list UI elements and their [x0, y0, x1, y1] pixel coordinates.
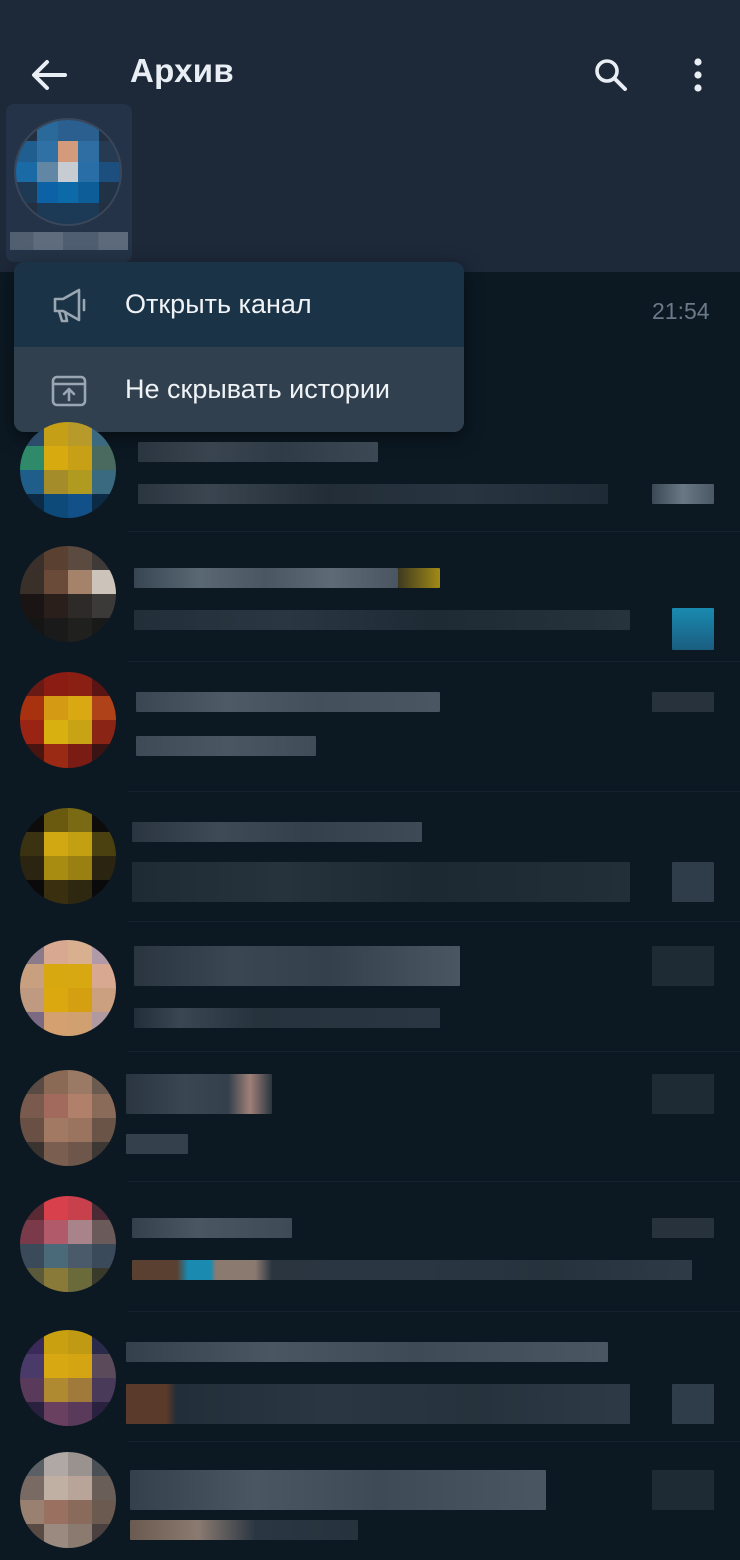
blurred-preview — [132, 1260, 692, 1280]
menu-item-label: Не скрывать истории — [125, 374, 390, 404]
story-name-blurred — [10, 232, 128, 250]
avatar — [20, 672, 116, 768]
blurred-name — [138, 442, 378, 462]
blurred-name — [136, 692, 440, 712]
back-button[interactable] — [22, 50, 76, 100]
blurred-name — [134, 946, 460, 986]
search-icon — [595, 59, 627, 91]
page-title: Архив — [130, 52, 234, 89]
avatar — [20, 1330, 116, 1426]
blurred-name — [134, 568, 398, 588]
blurred-preview — [136, 736, 316, 756]
menu-item-open-channel[interactable]: Открыть канал — [14, 262, 464, 347]
chat-row[interactable] — [0, 1312, 740, 1442]
avatar — [20, 1196, 116, 1292]
blurred-preview — [138, 484, 608, 504]
avatar — [20, 940, 116, 1036]
search-button[interactable] — [586, 50, 636, 100]
chat-row[interactable] — [0, 662, 740, 792]
more-options-button[interactable] — [676, 50, 720, 100]
chat-row[interactable] — [0, 1442, 740, 1560]
blurred-preview — [126, 1134, 188, 1154]
chat-row[interactable] — [0, 532, 740, 662]
blurred-name — [130, 1470, 546, 1510]
blurred-name — [126, 1342, 608, 1362]
blurred-preview — [132, 862, 630, 902]
blurred-time — [652, 1074, 714, 1114]
avatar — [20, 546, 116, 642]
blurred-time — [652, 1470, 714, 1510]
blurred-preview — [134, 1008, 440, 1028]
avatar — [20, 422, 116, 518]
avatar — [20, 1452, 116, 1548]
blurred-name — [132, 1218, 292, 1238]
unread-badge — [672, 1384, 714, 1424]
blurred-time — [652, 1218, 714, 1238]
blurred-time — [652, 692, 714, 712]
blurred-emoji — [398, 568, 440, 588]
unread-badge — [672, 862, 714, 902]
more-vertical-icon — [694, 58, 702, 92]
avatar — [20, 1070, 116, 1166]
blurred-preview — [130, 1520, 358, 1540]
archive-screen: Архив 21:54 Открыть канал Не скрывать ис… — [0, 0, 740, 1560]
blurred-time — [652, 484, 714, 504]
unread-badge — [672, 608, 714, 650]
menu-item-label: Открыть канал — [125, 289, 312, 319]
chat-row[interactable] — [0, 1182, 740, 1312]
story-item[interactable] — [6, 104, 132, 262]
blurred-time — [652, 946, 714, 986]
blurred-preview — [126, 1384, 630, 1424]
blurred-name — [132, 822, 422, 842]
avatar — [20, 808, 116, 904]
chat-row[interactable] — [0, 792, 740, 922]
megaphone-icon — [48, 284, 90, 326]
chat-time: 21:54 — [652, 298, 710, 324]
blurred-name — [126, 1074, 272, 1114]
chat-row[interactable] — [0, 402, 740, 532]
blurred-preview — [134, 610, 630, 630]
chat-row[interactable] — [0, 922, 740, 1052]
chat-row[interactable] — [0, 1052, 740, 1182]
story-avatar — [16, 120, 120, 224]
arrow-left-icon — [32, 60, 67, 90]
top-app-bar: Архив — [0, 0, 740, 272]
